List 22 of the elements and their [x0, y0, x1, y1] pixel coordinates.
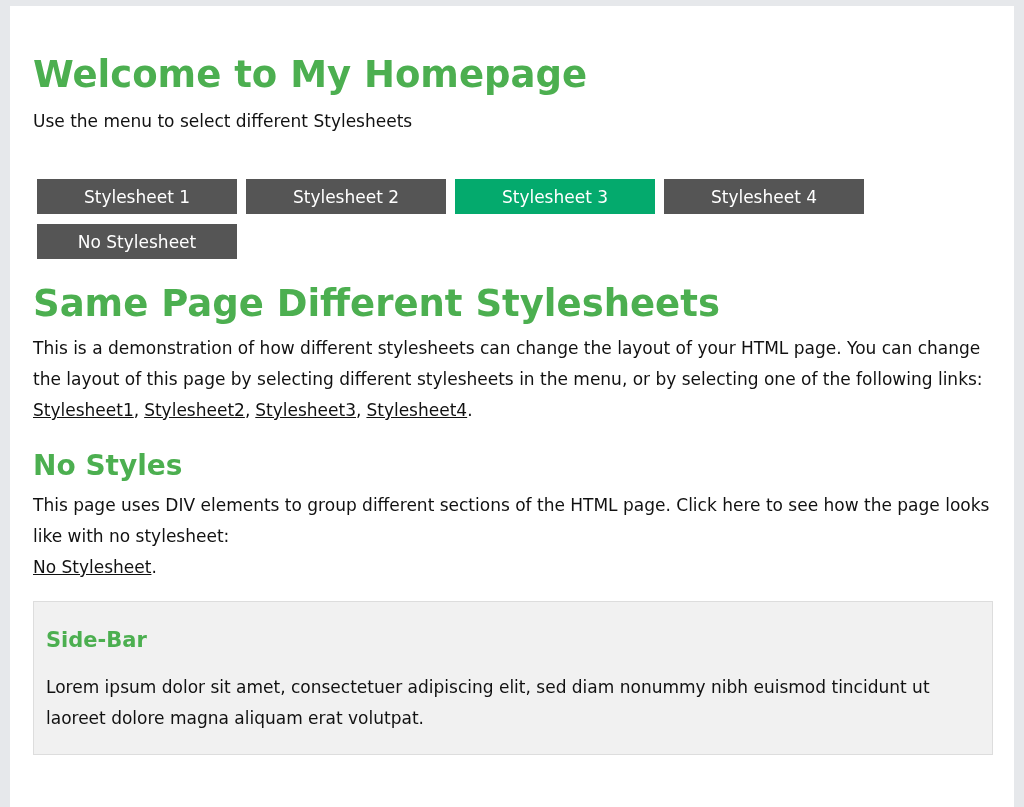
intro-text: Use the menu to select different Stylesheets: [33, 110, 413, 133]
sidebar-paragraph: Lorem ipsum dolor sit amet, consectetuer adipiscing elit, sed diam nonummy nibh euismod tincidunt ut laoreet dolore magna aliquam erat volutpat.: [46, 676, 931, 730]
stylesheet-menu-button[interactable]: Stylesheet 2: [246, 179, 446, 214]
link-punctuation: ,: [244, 399, 251, 422]
section-paragraph: This page uses DIV elements to group different sections of the HTML page. Click here to see how the page looks like with no stylesheet:: [33, 494, 991, 548]
stylesheet-link[interactable]: Stylesheet2: [144, 395, 245, 426]
stylesheet-menu-button[interactable]: Stylesheet 1: [37, 179, 237, 214]
page-title: Welcome to My Homepage: [33, 52, 588, 98]
no-stylesheet-link[interactable]: No Stylesheet: [33, 552, 152, 583]
stylesheet-menu-button[interactable]: Stylesheet 4: [664, 179, 864, 214]
sidebar-heading: Side-Bar: [46, 627, 147, 654]
link-punctuation: .: [467, 399, 473, 422]
stylesheet-link[interactable]: Stylesheet3: [255, 395, 356, 426]
link-punctuation: ,: [356, 399, 362, 422]
stylesheet-menu-button[interactable]: No Stylesheet: [37, 224, 237, 259]
section-heading: Same Page Different Stylesheets: [33, 281, 720, 327]
section-paragraph: This is a demonstration of how different stylesheets can change the layout of your HTML page. You can change the layout of this page by selecting different stylesheets in the menu, or by selecting one of the following links:: [33, 337, 984, 391]
stylesheet-link[interactable]: Stylesheet4: [366, 395, 468, 426]
link-punctuation: ,: [133, 399, 140, 422]
section-heading: No Styles: [33, 448, 183, 484]
stylesheet-link[interactable]: Stylesheet1: [33, 395, 134, 426]
link-punctuation: .: [151, 556, 157, 579]
